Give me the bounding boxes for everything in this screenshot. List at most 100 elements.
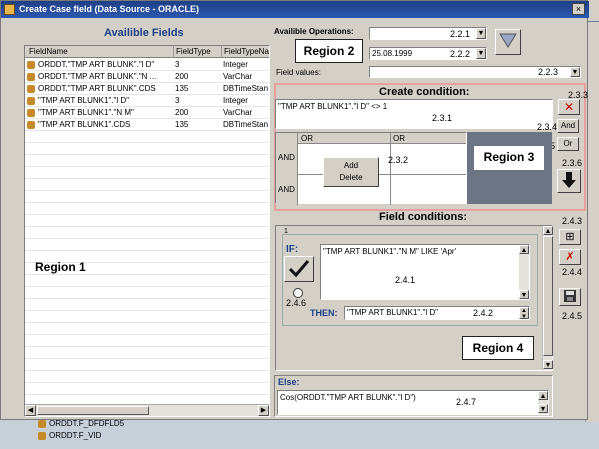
if-condition-text: "TMP ART BLUNK1"."N M" LIKE 'Apr' (323, 247, 457, 256)
region-1-label: Region 1 (35, 260, 86, 274)
if-tag: 2.4.1 (395, 275, 416, 285)
operation-select-tag: 2.2.1 (450, 29, 471, 39)
scroll-down-icon[interactable]: ▼ (543, 360, 553, 369)
horizontal-scrollbar[interactable]: ◀ ▶ (25, 404, 269, 416)
add-condition-button[interactable]: ⊞ (559, 229, 581, 245)
conditions-scrollbar[interactable]: ▲ ▼ (542, 226, 553, 370)
operation-select[interactable]: 2.2.1 ▼ (369, 27, 487, 40)
condition-radio[interactable] (293, 288, 303, 298)
column-header-fieldtype[interactable]: FieldType (173, 46, 211, 58)
add-menu-item[interactable]: Add (324, 160, 378, 172)
then-field[interactable]: "TMP ART BLUNK1"."l D" 2.4.2 ▲ ▼ (344, 306, 530, 320)
app-icon (4, 4, 15, 15)
condition-tag: 2.3.1 (432, 113, 453, 123)
delete-row-icon: ✗ (565, 251, 575, 263)
cell-fieldtype: 3 (175, 60, 180, 69)
table-row[interactable]: "TMP ART BLUNK1".CDS 135 DBTimeStan (25, 119, 269, 131)
move-down-button[interactable] (557, 169, 581, 193)
floppy-disk-icon (564, 290, 576, 302)
table-row (25, 131, 269, 143)
if-condition-field[interactable]: "TMP ART BLUNK1"."N M" LIKE 'Apr' 2.4.1 … (320, 244, 530, 300)
field-icon (27, 120, 35, 129)
column-header-fieldname[interactable]: FieldName (29, 46, 68, 58)
scroll-right-icon[interactable]: ▶ (258, 405, 269, 416)
add-condition-tag: 2.4.3 (562, 216, 583, 226)
cell-fieldname: ORDDT."TMP ART BLUNK"."l D" (38, 60, 155, 69)
table-row (25, 347, 269, 359)
delete-row-button[interactable]: ✗ (559, 249, 581, 265)
chevron-down-icon[interactable]: ▼ (476, 28, 486, 39)
if-label: IF: (286, 244, 299, 255)
else-scrollbar[interactable]: ▲ ▼ (538, 391, 548, 414)
table-row[interactable]: ORDDT."TMP ART BLUNK"."N ... 200 VarChar (25, 71, 269, 83)
date-select[interactable]: 25.08.1999 2.2.2 ▼ (369, 47, 487, 60)
tree-item[interactable]: ORDDT.F_VID (36, 431, 101, 440)
radio-tag: 2.4.6 (286, 298, 307, 308)
if-scrollbar[interactable]: ▲ ▼ (519, 245, 529, 299)
table-row (25, 311, 269, 323)
create-condition-heading: Create condition: (379, 86, 470, 98)
condition-text-field[interactable]: "TMP ART BLUNK1"."l D" <> 1 2.3.1 (275, 99, 553, 129)
cell-fieldtype: 3 (175, 96, 180, 105)
scroll-thumb[interactable] (37, 406, 149, 415)
field-icon (27, 96, 35, 105)
database-icon (38, 419, 46, 428)
field-values-tag: 2.2.3 (538, 67, 559, 77)
then-spinner[interactable]: ▲ ▼ (519, 307, 529, 320)
scroll-up-icon[interactable]: ▲ (543, 226, 553, 235)
table-row (25, 227, 269, 239)
save-tag: 2.4.5 (562, 311, 583, 321)
table-row[interactable]: "TMP ART BLUNK1"."l D" 3 Integer (25, 95, 269, 107)
window-title: Create Case field (Data Source - ORACLE) (19, 4, 200, 14)
table-row[interactable]: ORDDT."TMP ART BLUNK"."l D" 3 Integer (25, 59, 269, 71)
or-button[interactable]: Or (557, 137, 579, 151)
delete-condition-button[interactable]: ✕ (558, 99, 580, 115)
grid-or-header: OR (390, 133, 405, 144)
cell-fieldtype: 200 (175, 108, 189, 117)
table-row (25, 143, 269, 155)
condition-text: "TMP ART BLUNK1"."l D" <> 1 (278, 102, 388, 111)
table-row[interactable]: "TMP ART BLUNK1"."N M" 200 VarChar (25, 107, 269, 119)
field-icon (27, 108, 35, 117)
save-button[interactable] (559, 288, 581, 306)
scroll-up-icon[interactable]: ▲ (538, 391, 548, 400)
cell-fieldtypename: Integer (223, 60, 248, 69)
field-values-select[interactable]: 2.2.3 ▼ (369, 66, 581, 78)
delete-menu-item[interactable]: Delete (324, 172, 378, 184)
table-row[interactable]: ORDDT."TMP ART BLUNK".CDS 135 DBTimeStan (25, 83, 269, 95)
cell-fieldtypename: VarChar (223, 72, 253, 81)
scroll-thumb[interactable] (543, 236, 553, 356)
apply-check-button[interactable] (284, 256, 314, 282)
field-icon (27, 60, 35, 69)
grid-tag: 2.3.2 (388, 155, 409, 165)
table-row (25, 383, 269, 395)
filter-funnel-button[interactable] (495, 29, 521, 55)
else-text: Cos(ORDDT."TMP ART BLUNK"."l D") (280, 393, 416, 402)
then-text: "TMP ART BLUNK1"."l D" (347, 308, 438, 317)
tree-item[interactable]: ORDDT.F_DFDFLD5 (36, 419, 124, 428)
region-3-label: Region 3 (474, 146, 544, 170)
grid-column-header: OR OR (298, 133, 466, 144)
scroll-up-icon[interactable]: ▲ (519, 245, 529, 254)
scroll-down-icon[interactable]: ▼ (538, 404, 548, 413)
table-row (25, 359, 269, 371)
cell-fieldtype: 200 (175, 72, 189, 81)
date-select-tag: 2.2.2 (450, 49, 471, 59)
field-icon (27, 72, 35, 81)
chevron-down-icon[interactable]: ▼ (476, 48, 486, 59)
and-button[interactable]: And (557, 119, 579, 133)
delete-row-tag: 2.4.4 (562, 267, 583, 277)
field-conditions-list[interactable]: 1 IF: 2.4.6 "TMP ART BLUNK1"."N M" LIKE … (275, 225, 553, 371)
fields-grid[interactable]: FieldName FieldType FieldTypeNa ORDDT."T… (24, 45, 270, 417)
tree-item-label: ORDDT.F_DFDFLD5 (49, 419, 125, 428)
column-header-fieldtypename[interactable]: FieldTypeNa (221, 46, 269, 58)
chevron-down-icon[interactable]: ▼ (570, 67, 580, 77)
close-button[interactable]: × (572, 3, 585, 15)
scroll-down-icon[interactable]: ▼ (519, 290, 529, 299)
table-row (25, 167, 269, 179)
else-field[interactable]: Cos(ORDDT."TMP ART BLUNK"."l D") 2.4.7 ▲… (277, 390, 549, 415)
scroll-left-icon[interactable]: ◀ (25, 405, 36, 416)
checkmark-icon (288, 260, 310, 278)
tree-item-label: ORDDT.F_VID (49, 431, 102, 440)
table-row (25, 335, 269, 347)
